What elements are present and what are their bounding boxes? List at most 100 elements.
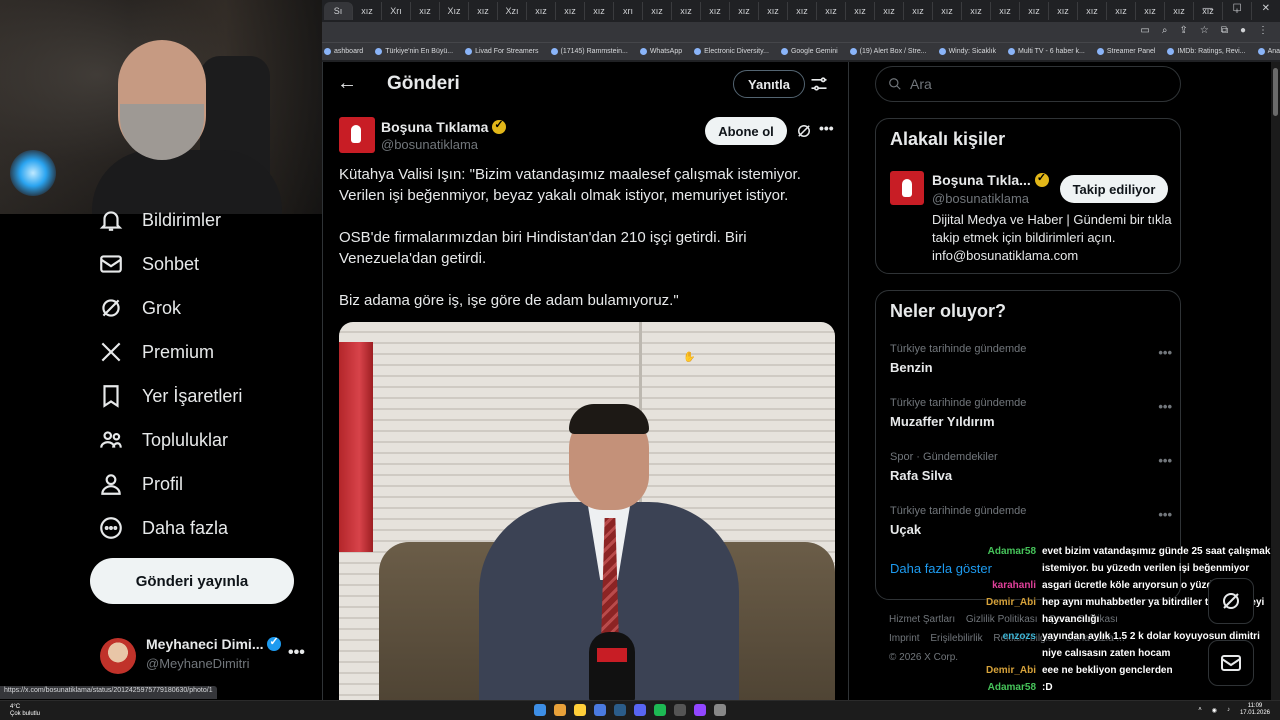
browser-tab[interactable]: xız <box>962 2 991 20</box>
nav-item-notifications[interactable]: Bildirimler <box>98 200 221 240</box>
close-icon[interactable]: ✕ <box>1262 3 1270 14</box>
bookmark-item[interactable]: IMDb: Ratings, Revi... <box>1167 48 1246 55</box>
nav-item-profile[interactable]: Profil <box>98 464 183 504</box>
browser-tab[interactable]: xız <box>904 2 933 20</box>
bookmark-item[interactable]: Livad For Streamers <box>465 48 539 55</box>
epic-games-icon[interactable] <box>674 704 686 716</box>
twitch-icon[interactable] <box>694 704 706 716</box>
discord-icon[interactable] <box>634 704 646 716</box>
browser-tab[interactable]: xız <box>730 2 759 20</box>
avatar[interactable] <box>890 171 924 205</box>
maximize-icon[interactable]: ☐ <box>1233 3 1242 14</box>
bookmark-item[interactable]: Electronic Diversity... <box>694 48 769 55</box>
chrome-icon[interactable] <box>554 704 566 716</box>
bookmark-item[interactable]: Ana Sayfa • HBO Max <box>1257 48 1280 55</box>
footer-link[interactable]: Hizmet Şartları <box>889 614 955 625</box>
nav-item-premium[interactable]: Premium <box>98 332 214 372</box>
bookmark-item[interactable]: (17145) Rammstein... <box>550 48 628 55</box>
weather-widget[interactable]: 4°C Çok bulutlu <box>10 704 40 718</box>
extensions-icon[interactable]: ⧉ <box>1221 25 1228 36</box>
bookmark-item[interactable]: Türkiye'nin En Büyü... <box>375 48 453 55</box>
browser-tab[interactable]: xız <box>411 2 440 20</box>
more-icon[interactable]: ••• <box>288 644 305 662</box>
more-icon[interactable]: ••• <box>819 120 834 136</box>
nav-item-more[interactable]: Daha fazla <box>98 508 228 548</box>
browser-tab[interactable]: xız <box>1078 2 1107 20</box>
browser-tab[interactable]: xız <box>1107 2 1136 20</box>
minimize-icon[interactable]: — <box>1203 3 1213 14</box>
more-icon[interactable]: ••• <box>1158 399 1172 414</box>
browser-tab[interactable]: xız <box>875 2 904 20</box>
related-account-name[interactable]: Boşuna Tıkla... <box>932 171 1049 188</box>
trend-item[interactable]: Türkiye tarihinde gündemde Muzaffer Yıld… <box>890 397 1172 437</box>
subscribe-button[interactable]: Abone ol <box>705 117 787 145</box>
browser-tab[interactable]: Xzı <box>498 2 527 20</box>
menu-icon[interactable]: ⋮ <box>1258 25 1268 36</box>
zoom-icon[interactable]: ⌕ <box>1162 25 1168 36</box>
browser-tab[interactable]: xız <box>672 2 701 20</box>
related-account-handle[interactable]: @bosunatiklama <box>932 191 1029 206</box>
browser-tab[interactable]: xız <box>556 2 585 20</box>
browser-tab[interactable]: xız <box>353 2 382 20</box>
browser-tab[interactable]: Sı <box>324 2 353 20</box>
tray-chevron-icon[interactable]: ˄ <box>1198 707 1202 713</box>
nav-item-chat[interactable]: Sohbet <box>98 244 199 284</box>
back-arrow-icon[interactable]: ← <box>337 72 361 96</box>
browser-tab[interactable]: xız <box>1165 2 1194 20</box>
browser-tab[interactable]: Xız <box>440 2 469 20</box>
browser-tab[interactable]: xız <box>643 2 672 20</box>
clock[interactable]: 11:09 17.01.2026 <box>1240 703 1270 717</box>
profile-avatar-icon[interactable]: ● <box>1240 25 1246 36</box>
account-switcher[interactable]: Meyhaneci Dimi... @MeyhaneDimitri ••• <box>100 634 315 680</box>
browser-tab[interactable]: xız <box>1136 2 1165 20</box>
footer-link[interactable]: Imprint <box>889 633 920 644</box>
app-icon[interactable] <box>594 704 606 716</box>
bookmark-item[interactable]: Windy: Sicaklık <box>938 48 996 55</box>
search-input[interactable] <box>910 76 1170 92</box>
share-icon[interactable]: ⇪ <box>1179 25 1187 36</box>
trend-item[interactable]: Spor · Gündemdekiler Rafa Silva ••• <box>890 451 1172 491</box>
post-media-image[interactable] <box>339 322 835 700</box>
bookmark-item[interactable]: (19) Alert Box / Stre... <box>849 48 927 55</box>
browser-tab[interactable]: xız <box>759 2 788 20</box>
browser-tab[interactable]: xız <box>933 2 962 20</box>
bookmark-item[interactable]: Multi TV - 6 haber k... <box>1008 48 1085 55</box>
browser-tab[interactable]: Xrı <box>382 2 411 20</box>
browser-tab[interactable]: xız <box>788 2 817 20</box>
start-icon[interactable] <box>534 704 546 716</box>
more-icon[interactable]: ••• <box>1158 453 1172 468</box>
browser-tab[interactable]: xrı <box>614 2 643 20</box>
volume-icon[interactable]: ♪ <box>1227 707 1230 713</box>
nav-item-communities[interactable]: Topluluklar <box>98 420 228 460</box>
post-button[interactable]: Gönderi yayınla <box>90 558 294 604</box>
browser-tab[interactable]: xız <box>817 2 846 20</box>
browser-tab[interactable]: xız <box>846 2 875 20</box>
scrollbar-thumb[interactable] <box>1273 68 1278 116</box>
filter-icon[interactable] <box>809 74 829 94</box>
following-button[interactable]: Takip ediliyor <box>1060 175 1168 203</box>
address-bar[interactable]: ▭ ⌕ ⇪ ☆ ⧉ ● ⋮ <box>322 22 1280 42</box>
folder-icon[interactable] <box>574 704 586 716</box>
bookmark-item[interactable]: Streamer Panel <box>1096 48 1155 55</box>
browser-tab[interactable]: xız <box>1049 2 1078 20</box>
grok-icon[interactable] <box>795 122 813 140</box>
network-icon[interactable]: ◉ <box>1212 707 1217 714</box>
bookmark-item[interactable]: Google Gemini <box>780 48 838 55</box>
browser-tab[interactable]: xız <box>701 2 730 20</box>
cast-icon[interactable]: ▭ <box>1140 25 1149 36</box>
spotify-icon[interactable] <box>654 704 666 716</box>
author-name[interactable]: Boşuna Tıklama <box>381 118 507 135</box>
messages-float-button[interactable] <box>1208 640 1254 686</box>
nav-item-bookmarks[interactable]: Yer İşaretleri <box>98 376 242 416</box>
show-more-link[interactable]: Daha fazla göster <box>890 561 992 576</box>
trend-item[interactable]: Türkiye tarihinde gündemde Benzin ••• <box>890 343 1172 383</box>
footer-link[interactable]: Erişilebilirlik <box>930 633 982 644</box>
browser-tab[interactable]: xız <box>1020 2 1049 20</box>
more-icon[interactable]: ••• <box>1158 507 1172 522</box>
bookmark-item[interactable]: WhatsApp <box>639 48 682 55</box>
steam-icon[interactable] <box>614 704 626 716</box>
browser-tab[interactable]: xız <box>469 2 498 20</box>
star-icon[interactable]: ☆ <box>1200 25 1209 36</box>
bookmark-item[interactable]: ashboard <box>324 48 363 55</box>
author-handle[interactable]: @bosunatiklama <box>381 137 478 152</box>
